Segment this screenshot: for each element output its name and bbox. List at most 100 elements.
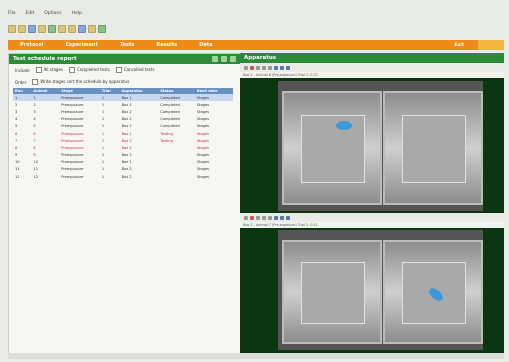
zoom-icon[interactable] <box>274 65 278 70</box>
table-row[interactable]: 6 6 Preexposure 1 Box 1 Testing Stages <box>13 130 233 137</box>
help-icon[interactable] <box>98 25 106 33</box>
filter-row: Include All stages Completed tests Cance… <box>9 64 240 76</box>
rewind-icon[interactable] <box>262 215 266 220</box>
menu-file[interactable]: File <box>8 11 16 16</box>
record-icon[interactable] <box>68 25 76 33</box>
settings-icon[interactable] <box>78 25 86 33</box>
table-cell: Preexposure <box>61 109 84 114</box>
table-row[interactable]: 7 7 Preexposure 1 Box 2 Testing Stages <box>13 137 233 144</box>
table-row[interactable]: 10 10 Preexposure 1 Box 1 Stages <box>13 159 233 166</box>
table-cell: 12 <box>15 174 20 179</box>
table-cell <box>158 144 195 151</box>
table-cell: Preexposure <box>61 117 84 122</box>
table-cell: Completed <box>160 117 180 122</box>
table-cell: 4 <box>33 117 36 122</box>
table-cell: 2 <box>33 102 36 107</box>
video-feed-box1[interactable] <box>278 81 483 211</box>
table-cell: 1 <box>31 94 60 102</box>
nav-results[interactable]: Results <box>156 42 177 48</box>
filter-icon[interactable] <box>221 56 227 62</box>
table-cell: 1 <box>13 94 32 102</box>
stop-icon[interactable] <box>58 25 66 33</box>
table-row[interactable]: 2 2 Preexposure 1 Box 1 Completed Stages <box>13 101 233 108</box>
stop-icon[interactable] <box>256 215 260 220</box>
nav-experiment[interactable]: Experiment <box>66 42 98 48</box>
table-cell: 7 <box>15 138 18 143</box>
table-cell: 1 <box>101 124 105 129</box>
table-cell: 1 <box>101 117 105 122</box>
play-icon[interactable] <box>48 25 56 33</box>
table-cell: 1 <box>101 138 105 143</box>
table-cell: 10 <box>15 160 20 165</box>
nav-protocol[interactable]: Protocol <box>20 42 44 48</box>
table-cell: Stages <box>196 124 210 129</box>
table-cell: 5 <box>33 124 36 129</box>
exit-button[interactable]: Exit <box>454 43 464 48</box>
forward-icon[interactable] <box>268 215 272 220</box>
table-row[interactable]: 12 12 Preexposure 1 Box 2 Stages <box>13 173 233 180</box>
menu-options[interactable]: Options <box>44 11 61 16</box>
user-badge[interactable] <box>478 40 504 50</box>
table-cell: 1 <box>101 167 105 172</box>
table-cell: Box 2 <box>121 167 132 172</box>
nav-tests[interactable]: Tests <box>120 42 134 48</box>
play-icon[interactable] <box>244 215 248 220</box>
table-cell <box>158 173 195 180</box>
table-cell: Preexposure <box>61 138 84 143</box>
order-checkbox[interactable]: Write stages sort the schedule by appara… <box>32 79 129 85</box>
video-feed-box2[interactable] <box>278 230 483 350</box>
table-row[interactable]: 9 9 Preexposure 1 Box 1 Stages <box>13 152 233 159</box>
table-cell <box>158 159 195 166</box>
apparatus-title: Apparatus <box>244 55 277 61</box>
zoom-icon[interactable] <box>274 215 278 220</box>
rewind-icon[interactable] <box>262 65 266 70</box>
table-row[interactable]: 1 1 Preexposure 1 Box 1 Completed Stages <box>13 94 233 102</box>
camera-icon[interactable] <box>280 215 284 220</box>
menu-help[interactable]: Help <box>72 11 82 16</box>
apparatus-header: Apparatus <box>240 53 504 63</box>
table-cell: 12 <box>33 174 38 179</box>
table-row[interactable]: 3 3 Preexposure 1 Box 2 Completed Stages <box>13 108 233 115</box>
settings-icon[interactable] <box>286 215 290 220</box>
record-icon[interactable] <box>250 215 254 220</box>
table-cell: Preexposure <box>61 167 84 172</box>
table-cell: 4 <box>15 117 18 122</box>
print-icon[interactable] <box>38 25 46 33</box>
filter-completed[interactable]: Completed tests <box>68 67 110 73</box>
table-row[interactable]: 8 8 Preexposure 1 Box 2 Stages <box>13 144 233 151</box>
table-row[interactable]: 4 4 Preexposure 1 Box 2 Completed Stages <box>13 116 233 123</box>
chamber-left <box>282 239 383 345</box>
nav-data[interactable]: Data <box>199 42 212 48</box>
table-row[interactable]: 5 5 Preexposure 1 Box 1 Completed Stages <box>13 123 233 130</box>
table-cell: 2 <box>15 102 18 107</box>
table-cell: Box 1 <box>119 94 159 102</box>
table-cell: Preexposure <box>59 94 100 102</box>
save-icon[interactable] <box>28 25 36 33</box>
forward-icon[interactable] <box>268 65 272 70</box>
close-icon[interactable] <box>230 56 236 62</box>
record-icon[interactable] <box>250 65 254 70</box>
table-cell: Stages <box>196 174 210 179</box>
stop-icon[interactable] <box>256 65 260 70</box>
table-cell: 7 <box>33 138 36 143</box>
table-cell: Preexposure <box>61 153 84 158</box>
table-cell: Stages <box>196 153 210 158</box>
play-icon[interactable] <box>244 65 248 70</box>
new-icon[interactable] <box>8 25 16 33</box>
zoom-icon[interactable] <box>88 25 96 33</box>
filter-all-stages[interactable]: All stages <box>35 67 63 73</box>
settings-icon[interactable] <box>286 65 290 70</box>
toolbar <box>8 24 504 34</box>
camera-icon[interactable] <box>280 65 284 70</box>
filter-cancelled[interactable]: Cancelled tests <box>115 67 155 73</box>
table-cell: 6 <box>33 131 36 136</box>
video-toolbar-2 <box>240 213 504 222</box>
open-icon[interactable] <box>18 25 26 33</box>
chamber-left <box>282 91 383 205</box>
menu-edit[interactable]: Edit <box>26 11 35 16</box>
refresh-icon[interactable] <box>212 56 218 62</box>
table-cell: Box 2 <box>121 138 132 143</box>
table-cell: Stages <box>196 138 210 143</box>
table-row[interactable]: 11 11 Preexposure 1 Box 2 Stages <box>13 166 233 173</box>
panel-header: Test schedule report <box>9 54 240 64</box>
